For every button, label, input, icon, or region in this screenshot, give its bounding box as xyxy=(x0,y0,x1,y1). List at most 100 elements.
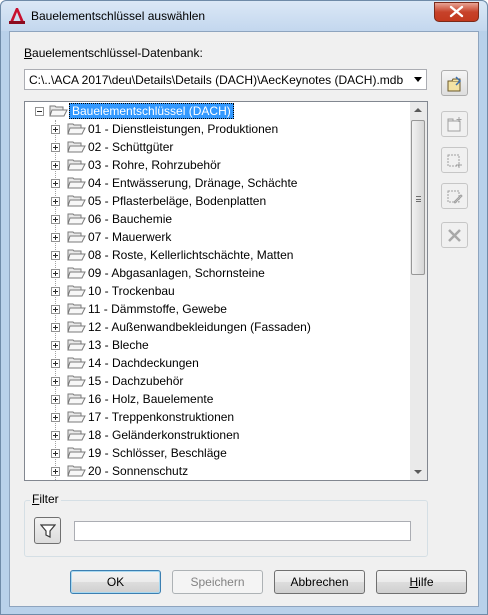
window-title: Bauelementschlüssel auswählen xyxy=(31,9,206,23)
new-folder-icon xyxy=(447,117,462,132)
tree-item[interactable]: 14 - Dachdeckungen xyxy=(25,354,410,372)
tree-item-label: 19 - Schlösser, Beschläge xyxy=(88,446,227,460)
tree-item[interactable]: 11 - Dämmstoffe, Gewebe xyxy=(25,300,410,318)
open-folder-icon xyxy=(67,177,86,189)
tree-item-label: 18 - Geländerkonstruktionen xyxy=(88,428,240,442)
expand-icon[interactable] xyxy=(51,143,60,152)
new-item-button[interactable] xyxy=(441,147,468,173)
open-folder-icon xyxy=(67,465,86,477)
funnel-icon xyxy=(40,524,56,538)
tree-item-label: 01 - Dienstleistungen, Produktionen xyxy=(88,122,279,136)
tree-item-label: 04 - Entwässerung, Dränage, Schächte xyxy=(88,176,298,190)
tree-item-label: 11 - Dämmstoffe, Gewebe xyxy=(88,302,227,316)
tree-item[interactable]: 04 - Entwässerung, Dränage, Schächte xyxy=(25,174,410,192)
open-folder-icon xyxy=(67,411,86,423)
tree-item[interactable]: 03 - Rohre, Rohrzubehör xyxy=(25,156,410,174)
tree-item-label: 06 - Bauchemie xyxy=(88,212,173,226)
filter-input[interactable] xyxy=(74,521,411,541)
delete-button[interactable] xyxy=(441,222,468,248)
chevron-down-icon[interactable] xyxy=(414,77,422,82)
tree-item[interactable]: 01 - Dienstleistungen, Produktionen xyxy=(25,120,410,138)
expand-icon[interactable] xyxy=(51,305,60,314)
open-folder-icon xyxy=(67,285,86,297)
tree-item[interactable]: 10 - Trockenbau xyxy=(25,282,410,300)
open-folder-icon xyxy=(67,393,86,405)
open-folder-icon xyxy=(67,339,86,351)
tree-item[interactable]: 12 - Außenwandbekleidungen (Fassaden) xyxy=(25,318,410,336)
tree-item[interactable]: 15 - Dachzubehör xyxy=(25,372,410,390)
help-button[interactable]: Hilfe xyxy=(376,570,467,594)
open-folder-icon xyxy=(67,249,86,261)
tree-item[interactable]: 17 - Treppenkonstruktionen xyxy=(25,408,410,426)
expand-icon[interactable] xyxy=(51,161,60,170)
expand-icon[interactable] xyxy=(51,323,60,332)
close-icon xyxy=(449,5,464,18)
tree-item-label: 16 - Holz, Bauelemente xyxy=(88,392,214,406)
open-folder-icon xyxy=(67,141,86,153)
tree-content: Bauelementschlüssel (DACH) 01 - Dienstle… xyxy=(25,102,410,480)
tree-item[interactable]: 18 - Geländerkonstruktionen xyxy=(25,426,410,444)
close-button[interactable] xyxy=(434,2,479,22)
tree-item[interactable]: 20 - Sonnenschutz xyxy=(25,462,410,480)
open-folder-icon xyxy=(67,447,86,459)
expand-icon[interactable] xyxy=(51,413,60,422)
expand-icon[interactable] xyxy=(51,179,60,188)
expand-icon[interactable] xyxy=(51,377,60,386)
tree-item[interactable]: 06 - Bauchemie xyxy=(25,210,410,228)
open-folder-icon xyxy=(67,231,86,243)
tree-scrollbar[interactable] xyxy=(410,102,427,480)
expand-icon[interactable] xyxy=(51,449,60,458)
scrollbar-thumb[interactable] xyxy=(411,120,425,275)
expand-icon[interactable] xyxy=(51,395,60,404)
tree-item[interactable]: 08 - Roste, Kellerlichtschächte, Matten xyxy=(25,246,410,264)
tree-item[interactable]: 19 - Schlösser, Beschläge xyxy=(25,444,410,462)
save-button[interactable]: Speichern xyxy=(172,570,263,594)
expand-icon[interactable] xyxy=(51,125,60,134)
tree-item[interactable]: 13 - Bleche xyxy=(25,336,410,354)
tree-item-label: 15 - Dachzubehör xyxy=(88,374,184,388)
tree-root-node[interactable]: Bauelementschlüssel (DACH) xyxy=(25,102,410,120)
collapse-icon[interactable] xyxy=(35,107,44,116)
open-database-button[interactable] xyxy=(441,70,468,96)
expand-icon[interactable] xyxy=(51,359,60,368)
tree-item-label: 07 - Mauerwerk xyxy=(88,230,172,244)
scroll-up-icon[interactable] xyxy=(414,108,422,112)
open-folder-icon xyxy=(67,195,86,207)
title-bar: Bauelementschlüssel auswählen xyxy=(1,1,487,31)
edit-item-button[interactable] xyxy=(441,183,468,209)
open-database-icon xyxy=(447,76,462,92)
expand-icon[interactable] xyxy=(51,251,60,260)
expand-icon[interactable] xyxy=(51,233,60,242)
cancel-button[interactable]: Abbrechen xyxy=(274,570,365,594)
open-folder-icon xyxy=(67,123,86,135)
tree-item[interactable]: 07 - Mauerwerk xyxy=(25,228,410,246)
open-folder-icon xyxy=(67,213,86,225)
expand-icon[interactable] xyxy=(51,431,60,440)
keynote-tree[interactable]: Bauelementschlüssel (DACH) 01 - Dienstle… xyxy=(24,101,428,481)
open-folder-icon xyxy=(67,303,86,315)
database-combobox[interactable]: C:\..\ACA 2017\deu\Details\Details (DACH… xyxy=(24,69,427,90)
tree-item[interactable]: 16 - Holz, Bauelemente xyxy=(25,390,410,408)
new-folder-button[interactable] xyxy=(441,111,468,137)
new-item-icon xyxy=(447,154,462,168)
tree-item-label: 02 - Schüttgüter xyxy=(88,140,174,154)
expand-icon[interactable] xyxy=(51,341,60,350)
scroll-down-icon[interactable] xyxy=(414,470,422,474)
open-folder-icon xyxy=(67,267,86,279)
open-folder-icon xyxy=(67,159,86,171)
dialog-client-area: Bauelementschlüssel-Datenbank: C:\..\ACA… xyxy=(9,31,479,607)
filter-button[interactable] xyxy=(34,517,61,544)
open-folder-icon xyxy=(67,357,86,369)
tree-item-label: 08 - Roste, Kellerlichtschächte, Matten xyxy=(88,248,294,262)
ok-button[interactable]: OK xyxy=(70,570,161,594)
tree-item[interactable]: 02 - Schüttgüter xyxy=(25,138,410,156)
expand-icon[interactable] xyxy=(51,287,60,296)
expand-icon[interactable] xyxy=(51,197,60,206)
expand-icon[interactable] xyxy=(51,269,60,278)
database-label: Bauelementschlüssel-Datenbank: xyxy=(24,46,203,60)
expand-icon[interactable] xyxy=(51,215,60,224)
tree-item[interactable]: 09 - Abgasanlagen, Schornsteine xyxy=(25,264,410,282)
expand-icon[interactable] xyxy=(51,467,60,476)
open-folder-icon xyxy=(49,105,68,117)
tree-item[interactable]: 05 - Pflasterbeläge, Bodenplatten xyxy=(25,192,410,210)
